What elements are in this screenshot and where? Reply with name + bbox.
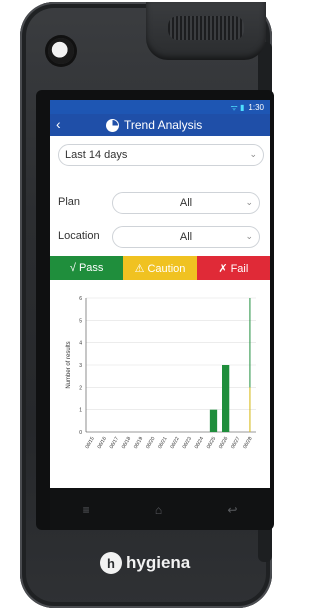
x-tick-label: 06/22 xyxy=(169,436,181,450)
tab-fail[interactable]: ✗ Fail xyxy=(196,256,270,280)
pie-chart-icon xyxy=(106,118,119,132)
back-icon[interactable]: ↩ xyxy=(227,503,237,517)
logo-text: hygiena xyxy=(126,553,191,572)
result-filter-tabs: √ Pass ⚠ Caution ✗ Fail xyxy=(50,256,270,280)
location-label: Location xyxy=(58,230,100,242)
page-title: Trend Analysis xyxy=(124,118,203,132)
home-icon[interactable]: ⌂ xyxy=(155,503,162,517)
android-nav-bar: ≡ ⌂ ↩ xyxy=(50,490,270,530)
speaker-housing xyxy=(146,2,266,60)
bar xyxy=(222,365,230,432)
x-tick-label: 06/27 xyxy=(230,436,242,450)
plan-label: Plan xyxy=(58,196,81,208)
chevron-down-icon: ⌄ xyxy=(245,231,253,241)
tab-pass[interactable]: √ Pass xyxy=(50,256,124,280)
x-tick-label: 06/24 xyxy=(194,436,206,450)
logo-mark-icon: h xyxy=(100,552,122,574)
x-tick-label: 06/21 xyxy=(157,436,169,450)
y-tick-label: 6 xyxy=(79,296,82,302)
x-tick-label: 06/20 xyxy=(145,436,157,450)
x-tick-label: 06/23 xyxy=(181,436,193,450)
status-time: 1:30 xyxy=(248,102,264,112)
hygiena-logo: h hygiena xyxy=(100,552,190,574)
chevron-left-icon[interactable]: ‹ xyxy=(56,116,61,132)
speaker-grill xyxy=(168,16,244,40)
y-tick-label: 0 xyxy=(79,430,82,436)
y-tick-label: 3 xyxy=(79,363,82,369)
location-select[interactable]: All ⌄ xyxy=(112,226,260,248)
x-tick-label: 06/16 xyxy=(96,436,108,450)
x-tick-label: 06/18 xyxy=(121,436,133,450)
y-tick-label: 2 xyxy=(79,385,82,391)
status-bar: ᯤ ▮ 1:30 xyxy=(50,100,270,114)
x-tick-label: 06/25 xyxy=(206,436,218,450)
bar xyxy=(209,409,218,432)
y-tick-label: 1 xyxy=(79,408,82,414)
location-value: All xyxy=(179,231,193,243)
app-screen: ᯤ ▮ 1:30 ‹ Trend Analysis Last 14 days ⌄… xyxy=(50,100,270,488)
y-axis-label: Number of results xyxy=(66,341,72,388)
camera-icon xyxy=(48,38,74,64)
date-range-select[interactable]: Last 14 days ⌄ xyxy=(58,144,264,166)
x-tick-label: 06/19 xyxy=(133,436,145,450)
tab-caution[interactable]: ⚠ Caution xyxy=(123,256,197,280)
date-range-value: Last 14 days xyxy=(65,149,128,161)
y-tick-label: 5 xyxy=(79,318,82,324)
menu-icon[interactable]: ≡ xyxy=(83,503,90,517)
wifi-icon: ᯤ ▮ xyxy=(230,102,245,112)
x-tick-label: 06/28 xyxy=(242,436,254,450)
trend-chart: 0123456Number of results06/15 06/16 06/17 0… xyxy=(66,296,256,450)
plan-select[interactable]: All ⌄ xyxy=(112,192,260,214)
plan-value: All xyxy=(179,197,193,209)
x-tick-label: 06/26 xyxy=(218,436,230,450)
x-tick-label: 06/17 xyxy=(109,436,121,450)
y-tick-label: 4 xyxy=(79,341,82,347)
chevron-down-icon: ⌄ xyxy=(245,197,253,207)
title-bar: ‹ Trend Analysis xyxy=(50,114,270,136)
chevron-down-icon: ⌄ xyxy=(249,149,257,159)
x-tick-label: 06/15 xyxy=(84,436,96,450)
